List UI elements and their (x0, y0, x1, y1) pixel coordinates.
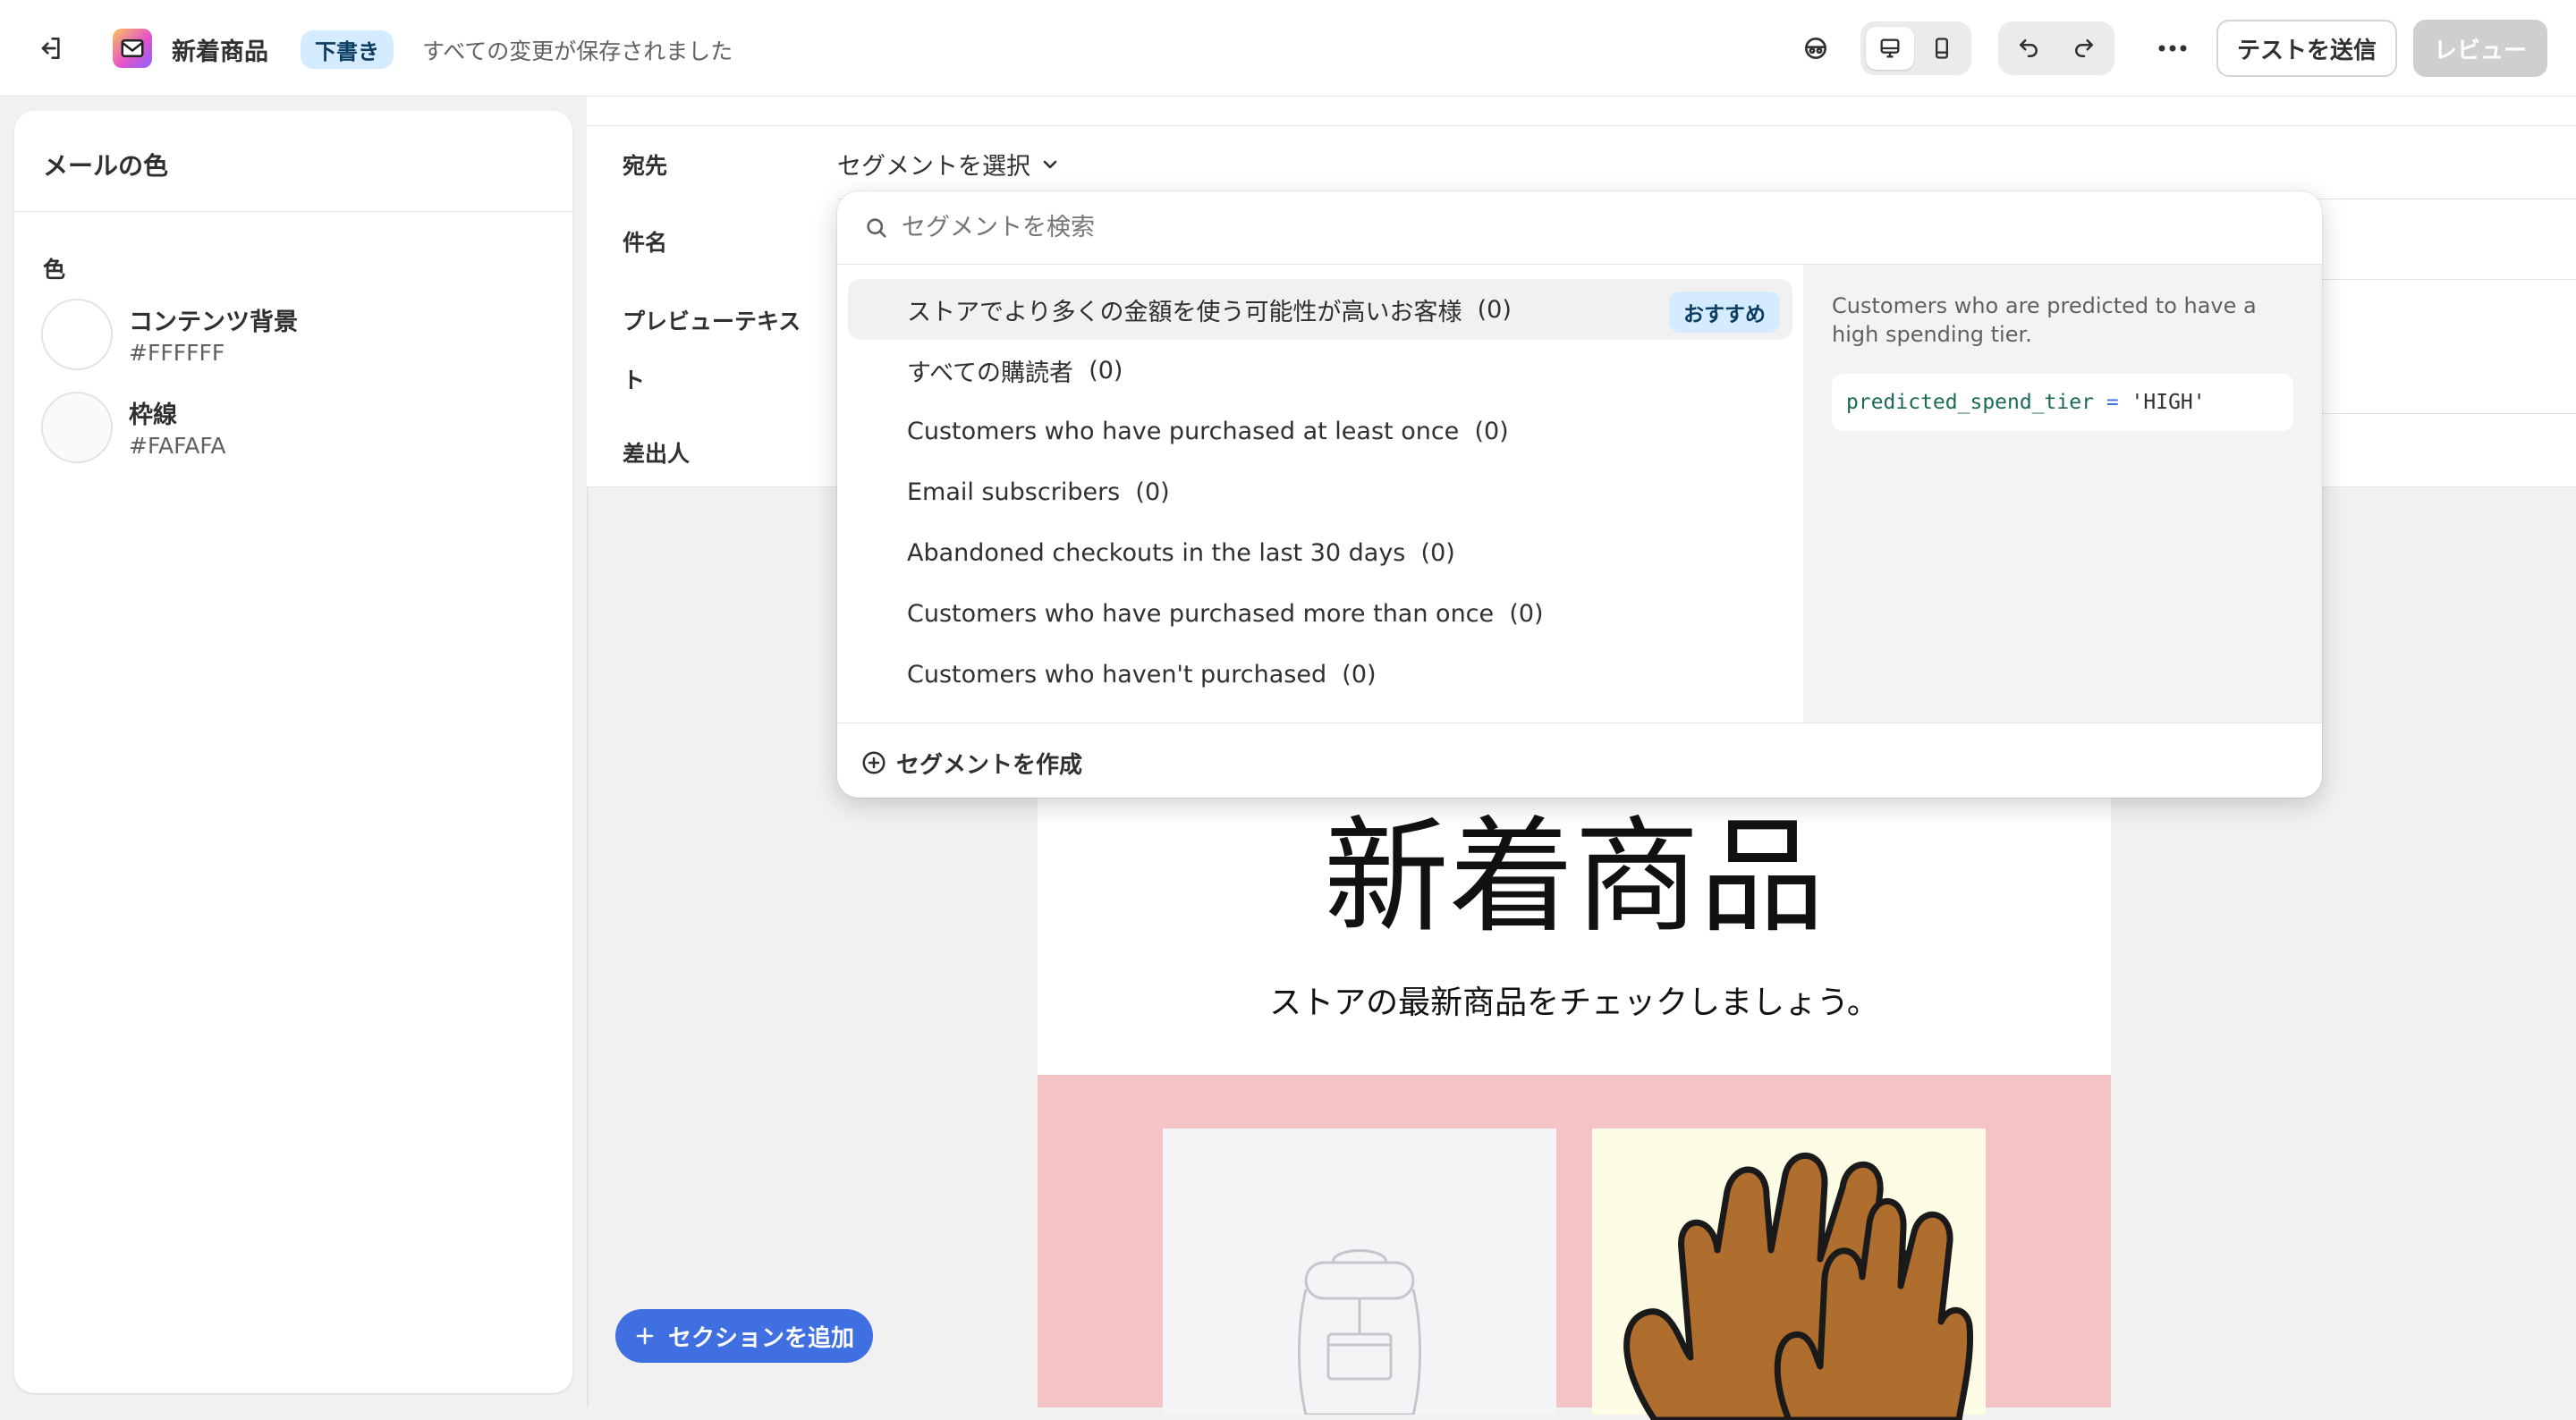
color-name: コンテンツ背景 (129, 309, 298, 336)
segment-option-label: Abandoned checkouts in the last 30 days (907, 538, 1406, 567)
products-section (1038, 1075, 2111, 1420)
preview-text-label: プレビューテキス (623, 309, 801, 334)
email-app-icon (113, 29, 152, 68)
panel-divider (14, 211, 572, 212)
device-toggle-group (1860, 21, 1971, 75)
segment-options-list: ストアでより多くの金額を使う可能性が高いお客様 (0) おすすめ すべての購読者… (837, 265, 1803, 723)
more-options-icon[interactable] (2150, 29, 2195, 68)
content-bg-swatch[interactable] (41, 299, 113, 370)
plus-icon (636, 1327, 654, 1345)
color-name: 枠線 (129, 401, 177, 429)
segment-option[interactable]: すべての購読者 (0) (848, 340, 1792, 401)
product-image-backpack (1163, 1128, 1556, 1415)
status-badge: 下書き (301, 30, 394, 69)
segment-option-count: (0) (1420, 538, 1455, 567)
segment-option-count: (0) (1509, 599, 1544, 628)
segment-option-label: Customers who haven't purchased (907, 660, 1327, 689)
panel-heading: メールの色 (43, 151, 169, 181)
redo-icon[interactable] (2059, 27, 2109, 70)
segment-option[interactable]: Customers who haven't purchased (0) (848, 644, 1792, 705)
segment-option-label: Customers who have purchased more than o… (907, 599, 1495, 628)
review-button[interactable]: レビュー (2413, 20, 2547, 77)
chevron-down-icon (1043, 160, 1057, 168)
page-title: 新着商品 (172, 38, 268, 66)
border-swatch[interactable] (41, 392, 113, 463)
send-test-button[interactable]: テストを送信 (2216, 20, 2397, 77)
segment-query: predicted_spend_tier = 'HIGH' (1832, 374, 2293, 431)
email-preview[interactable]: 新着商品 ストアの最新商品をチェックしましょう。 (1038, 787, 2111, 1420)
segment-option[interactable]: ストアでより多くの金額を使う可能性が高いお客様 (0) おすすめ (848, 279, 1792, 340)
segment-description: Customers who are predicted to have a hi… (1832, 293, 2257, 347)
subject-label: 件名 (623, 230, 668, 256)
create-segment-button[interactable]: セグメントを作成 (860, 740, 1082, 785)
segment-option-label: ストアでより多くの金額を使う可能性が高いお客様 (907, 298, 1462, 326)
query-operator: = (2106, 391, 2119, 414)
create-segment-label: セグメントを作成 (896, 751, 1083, 779)
query-value: 'HIGH' (2131, 391, 2206, 414)
preview-text-label-wrap: ト (623, 368, 646, 393)
theme-preview-icon[interactable] (1796, 29, 1835, 68)
color-value[interactable]: #FFFFFF (129, 340, 225, 366)
email-subheading: ストアの最新商品をチェックしましょう。 (1269, 985, 1879, 1021)
segment-option[interactable]: Abandoned checkouts in the last 30 days … (848, 522, 1792, 583)
color-value[interactable]: #FAFAFA (129, 433, 226, 459)
query-field: predicted_spend_tier (1846, 391, 2094, 414)
recommended-badge: おすすめ (1669, 292, 1780, 333)
segment-option-count: (0) (1089, 356, 1123, 385)
segment-select[interactable]: セグメントを選択 (837, 147, 1061, 182)
segment-option-count: (0) (1135, 478, 1170, 506)
product-image-gloves (1592, 1128, 1986, 1420)
add-section-button[interactable]: セクションを追加 (615, 1309, 873, 1363)
undo-icon[interactable] (2004, 27, 2054, 70)
add-section-label: セクションを追加 (667, 1324, 854, 1352)
top-bar: 新着商品 下書き すべての変更が保存されました テストを送信 レビュー (0, 0, 2576, 97)
segment-option-count: (0) (1474, 417, 1509, 445)
save-status-text: すべての変更が保存されました (422, 38, 733, 64)
segment-search[interactable] (837, 191, 2322, 265)
segment-option[interactable]: Email subscribers (0) (848, 461, 1792, 522)
segment-detail-panel: Customers who are predicted to have a hi… (1803, 265, 2322, 723)
segment-option-count: (0) (1342, 660, 1377, 689)
segment-search-input[interactable] (902, 214, 2154, 241)
search-icon (867, 217, 886, 238)
segment-option[interactable]: Customers who have purchased more than o… (848, 583, 1792, 644)
segment-option-label: Email subscribers (907, 478, 1121, 506)
segment-option-label: すべての購読者 (907, 359, 1074, 387)
plus-circle-icon (862, 751, 886, 774)
email-heading: 新着商品 (1323, 805, 1825, 951)
segment-dropdown: ストアでより多くの金額を使う可能性が高いお客様 (0) おすすめ すべての購読者… (837, 191, 2322, 798)
color-section-label: 色 (43, 257, 66, 283)
mobile-view-button[interactable] (1918, 27, 1966, 70)
segment-option-count: (0) (1477, 295, 1512, 324)
segment-select-value: セグメントを選択 (837, 153, 1030, 181)
segment-option-label: Customers who have purchased at least on… (907, 417, 1460, 445)
segment-option[interactable]: Customers who have purchased at least on… (848, 401, 1792, 461)
to-label: 宛先 (623, 153, 668, 179)
from-label: 差出人 (623, 441, 691, 467)
history-group (1998, 21, 2114, 75)
desktop-view-button[interactable] (1866, 27, 1914, 70)
header-top-divider (587, 125, 2576, 126)
exit-icon[interactable] (30, 29, 70, 68)
email-colors-panel: メールの色 色 コンテンツ背景 #FFFFFF 枠線 #FAFAFA (14, 111, 572, 1393)
